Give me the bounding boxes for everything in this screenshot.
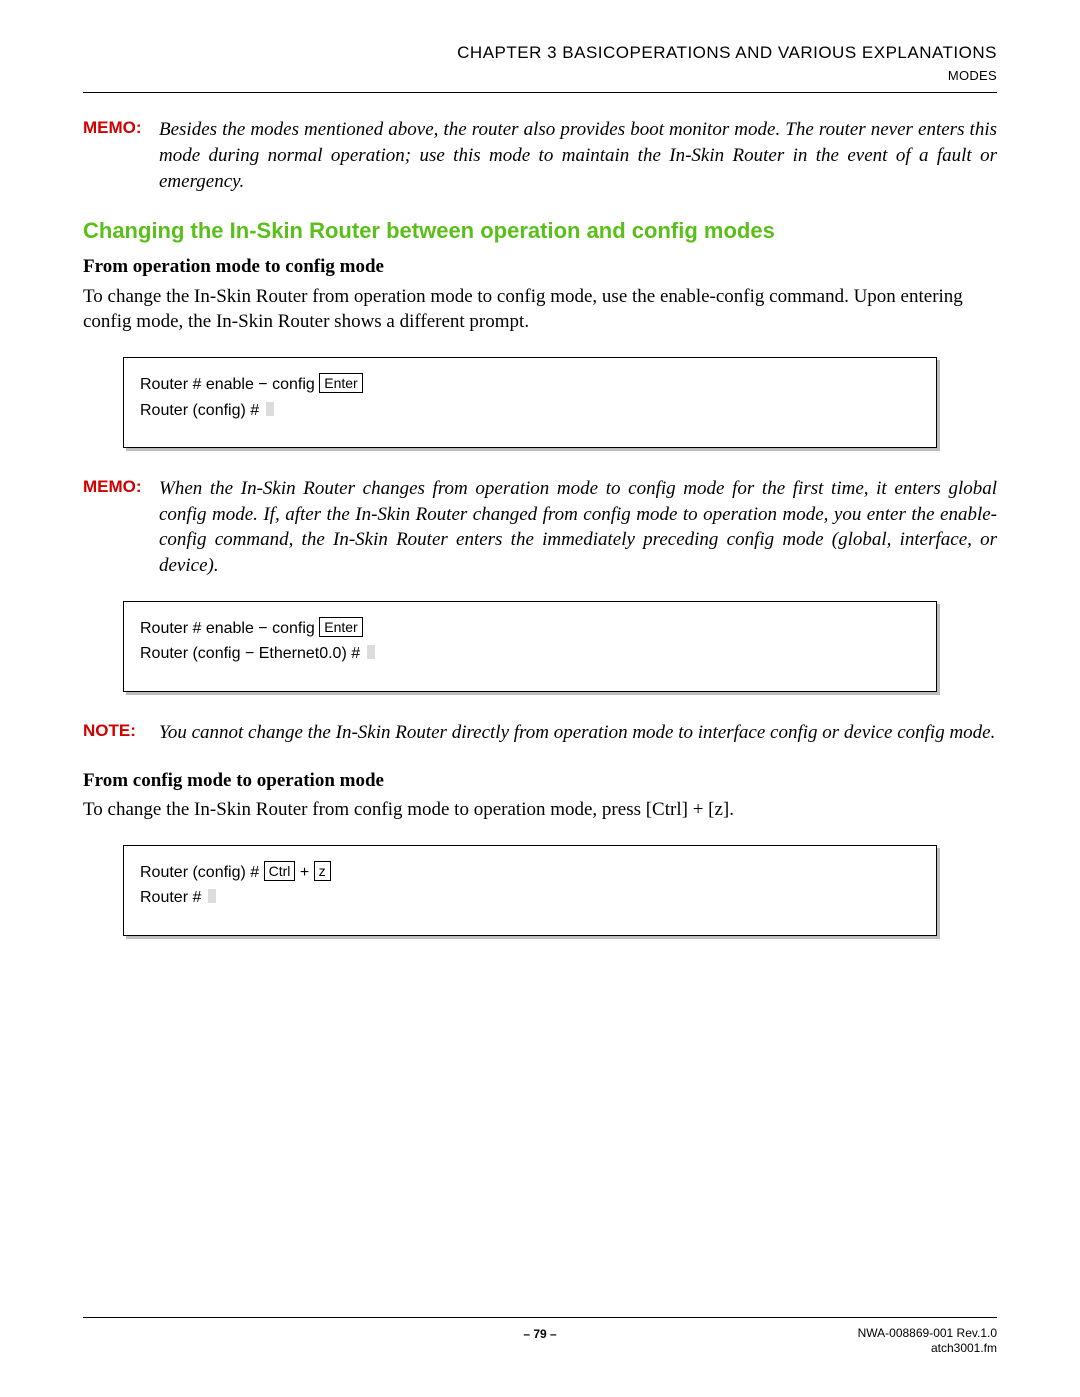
key-z: z <box>314 861 331 881</box>
chapter-sub: MODES <box>83 67 997 85</box>
page-footer: – 79 – NWA-008869-001 Rev.1.0 atch3001.f… <box>83 1317 997 1357</box>
subsection-heading: From operation mode to config mode <box>83 254 997 280</box>
key-enter: Enter <box>319 373 362 393</box>
chapter-title: CHAPTER 3 BASICOPERATIONS AND VARIOUS EX… <box>83 42 997 65</box>
memo-block-1: MEMO: Besides the modes mentioned above,… <box>83 117 997 194</box>
code-line: Router # <box>140 885 920 911</box>
footer-rule <box>83 1317 997 1318</box>
footer-right: NWA-008869-001 Rev.1.0 atch3001.fm <box>692 1326 997 1357</box>
memo-label: MEMO: <box>83 117 159 140</box>
code-line: Router # enable − config Enter <box>140 372 920 398</box>
document-page: CHAPTER 3 BASICOPERATIONS AND VARIOUS EX… <box>0 0 1080 1397</box>
code-box-3: Router (config) # Ctrl + z Router # <box>123 845 937 936</box>
code-line: Router # enable − config Enter <box>140 616 920 642</box>
memo-label: MEMO: <box>83 476 159 499</box>
cursor-icon <box>208 889 216 903</box>
key-ctrl: Ctrl <box>264 861 296 881</box>
page-header: CHAPTER 3 BASICOPERATIONS AND VARIOUS EX… <box>83 42 997 84</box>
body-paragraph: To change the In-Skin Router from config… <box>83 797 997 823</box>
page-number: – 79 – <box>388 1326 693 1342</box>
memo-body: When the In-Skin Router changes from ope… <box>159 476 997 579</box>
note-label: NOTE: <box>83 720 159 743</box>
section-heading: Changing the In-Skin Router between oper… <box>83 216 997 246</box>
key-enter: Enter <box>319 617 362 637</box>
cursor-icon <box>367 645 375 659</box>
code-line: Router (config − Ethernet0.0) # <box>140 641 920 667</box>
subsection-heading: From config mode to operation mode <box>83 768 997 794</box>
code-box-1: Router # enable − config Enter Router (c… <box>123 357 937 448</box>
cursor-icon <box>266 402 274 416</box>
memo-block-2: MEMO: When the In-Skin Router changes fr… <box>83 476 997 579</box>
code-line: Router (config) # Ctrl + z <box>140 860 920 886</box>
code-line: Router (config) # <box>140 398 920 424</box>
header-rule <box>83 92 997 93</box>
note-body: You cannot change the In-Skin Router dir… <box>159 720 997 746</box>
body-paragraph: To change the In-Skin Router from operat… <box>83 284 997 335</box>
memo-body: Besides the modes mentioned above, the r… <box>159 117 997 194</box>
note-block: NOTE: You cannot change the In-Skin Rout… <box>83 720 997 746</box>
code-box-2: Router # enable − config Enter Router (c… <box>123 601 937 692</box>
